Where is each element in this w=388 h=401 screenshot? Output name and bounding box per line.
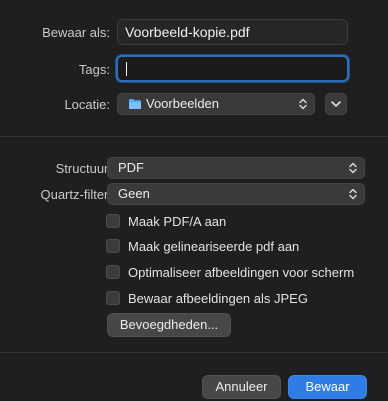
linearized-label: Maak gelineariseerde pdf aan: [128, 239, 300, 254]
structure-value: PDF: [118, 160, 144, 175]
updown-chevron-icon: [349, 188, 357, 200]
updown-chevron-icon: [299, 98, 307, 110]
updown-chevron-icon: [349, 162, 357, 174]
filename-field[interactable]: Voorbeeld-kopie.pdf: [117, 19, 348, 45]
quartz-filter-value: Geen: [118, 186, 150, 201]
section-divider-bottom: [0, 352, 388, 353]
linearized-checkbox[interactable]: [106, 239, 120, 253]
pdfa-checkbox[interactable]: [106, 214, 120, 228]
permissions-button[interactable]: Bevoegdheden...: [107, 313, 231, 337]
jpeg-label: Bewaar afbeeldingen als JPEG: [128, 291, 308, 306]
quartz-filter-popup[interactable]: Geen: [107, 183, 365, 205]
save-button[interactable]: Bewaar: [288, 375, 367, 399]
location-value: Voorbeelden: [146, 96, 220, 111]
expand-browser-button[interactable]: [325, 93, 347, 115]
structure-label: Structuur:: [55, 161, 112, 176]
optimize-images-label: Optimaliseer afbeeldingen voor scherm: [128, 265, 355, 280]
quartz-filter-label: Quartz-filter:: [40, 187, 112, 202]
location-popup[interactable]: Voorbeelden: [117, 93, 315, 115]
structure-popup[interactable]: PDF: [107, 157, 365, 179]
tags-field[interactable]: [116, 55, 349, 82]
cancel-button[interactable]: Annuleer: [202, 375, 281, 399]
chevron-down-icon: [331, 101, 341, 107]
tags-label: Tags:: [78, 62, 110, 77]
folder-icon: [129, 99, 141, 109]
location-label: Locatie:: [64, 97, 110, 112]
jpeg-checkbox[interactable]: [106, 291, 120, 305]
optimize-images-checkbox[interactable]: [106, 265, 120, 279]
section-divider-top: [0, 136, 388, 137]
save-as-label: Bewaar als:: [42, 25, 110, 40]
pdfa-label: Maak PDF/A aan: [128, 214, 227, 229]
save-dialog: Bewaar als: Voorbeeld-kopie.pdf Tags: Lo…: [0, 0, 388, 401]
text-caret: [126, 62, 127, 76]
